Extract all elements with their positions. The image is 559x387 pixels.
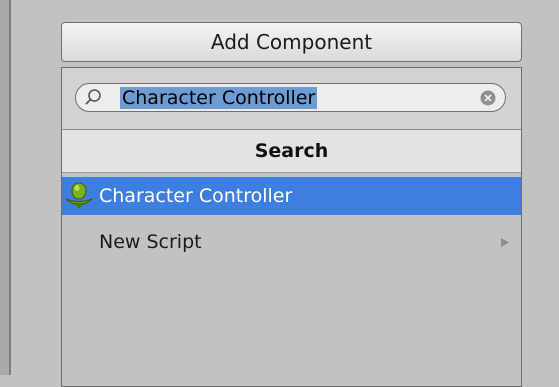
right-gutter <box>522 0 559 375</box>
search-area: Character Controller <box>62 68 521 129</box>
result-item-label: Character Controller <box>99 185 293 207</box>
result-item-new-script[interactable]: New Script <box>62 223 521 261</box>
character-controller-icon <box>65 182 93 209</box>
clear-search-icon[interactable] <box>480 90 496 106</box>
left-panel-strip <box>0 0 9 375</box>
header-separator <box>62 172 521 173</box>
search-section-header: Search <box>62 130 521 172</box>
search-icon <box>85 89 101 105</box>
panel-divider <box>9 0 11 375</box>
add-component-button[interactable]: Add Component <box>61 22 522 62</box>
add-component-dropdown: Character Controller Search Character Co… <box>61 67 522 387</box>
result-item-label: New Script <box>99 231 202 253</box>
result-item-character-controller[interactable]: Character Controller <box>62 177 521 215</box>
submenu-arrow-icon <box>501 238 509 247</box>
search-query-text[interactable]: Character Controller <box>120 87 318 109</box>
search-input[interactable]: Character Controller <box>75 83 506 112</box>
